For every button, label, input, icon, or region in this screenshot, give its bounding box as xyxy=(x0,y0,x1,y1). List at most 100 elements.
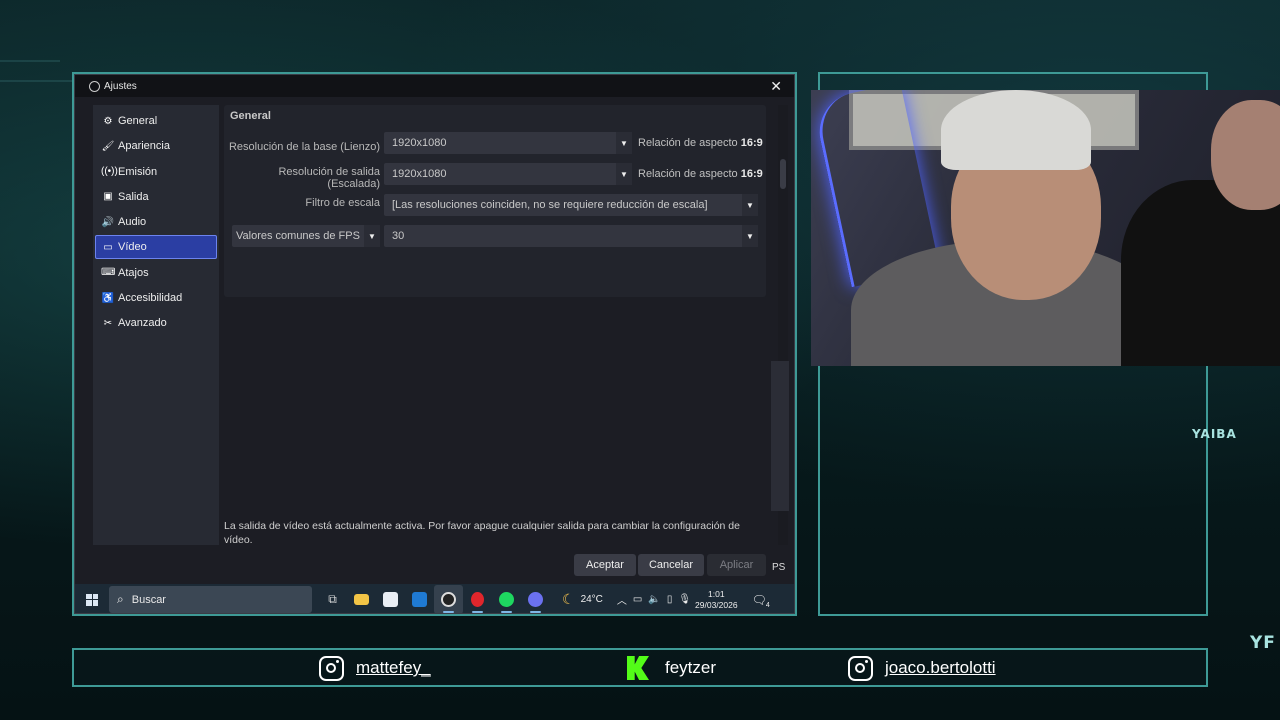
instagram-icon xyxy=(319,655,344,681)
opera-icon[interactable] xyxy=(463,585,492,613)
instagram-handle-2: joaco.bertolotti xyxy=(848,655,996,681)
discord-icon[interactable] xyxy=(521,585,550,613)
output-resolution-label: Resolución de salida (Escalada) xyxy=(278,166,380,190)
settings-sidebar: ⚙ General 🖌 Apariencia ((•)) Emisión ▣ Salida 🔊 A… xyxy=(93,105,219,545)
obs-peek-label: PS xyxy=(772,562,786,573)
speaker-icon: 🔊 xyxy=(101,216,115,228)
notification-icon[interactable]: 🗨 4 xyxy=(752,593,770,609)
volume-icon[interactable]: 🔈 xyxy=(648,594,660,605)
webcam-feed xyxy=(811,90,1280,366)
output-aspect-ratio: Relación de aspecto 16:9 xyxy=(638,168,763,180)
cancel-button[interactable]: Cancelar xyxy=(638,554,704,576)
scale-filter-combo[interactable]: [Las resoluciones coinciden, no se requi… xyxy=(384,194,758,216)
gear-icon: ⚙ xyxy=(103,115,113,127)
fps-value: 30 xyxy=(392,230,405,242)
file-explorer-icon[interactable] xyxy=(347,585,376,613)
sidebar-item-video[interactable]: ▭ Vídeo xyxy=(95,235,217,260)
sidebar-item-label: Apariencia xyxy=(118,140,170,153)
fps-type-combo[interactable]: Valores comunes de FPS ▼ xyxy=(232,225,380,247)
sidebar-item-label: Accesibilidad xyxy=(118,292,183,305)
settings-window: Ajustes ✕ ⚙ General 🖌 Apariencia ((•)) Emisió… xyxy=(74,74,795,614)
task-view-icon[interactable]: ⧉ xyxy=(318,585,347,613)
base-resolution-label: Resolución de la base (Lienzo) xyxy=(228,141,380,153)
obs-dock-peek xyxy=(771,361,789,511)
clock-date: 29/03/2026 xyxy=(695,599,738,610)
chevron-down-icon[interactable]: ▼ xyxy=(742,225,758,247)
scale-filter-label: Filtro de escala xyxy=(305,197,380,209)
video-settings-panel: General Resolución de la base (Lienzo) 1… xyxy=(224,105,766,546)
social-bar: mattefey_ feytzer joaco.bertolotti xyxy=(72,648,1208,687)
close-icon[interactable]: ✕ xyxy=(770,78,782,95)
tools-icon: ✂ xyxy=(103,317,113,329)
base-resolution-combo[interactable]: 1920x1080 ▼ xyxy=(384,132,632,154)
sidebar-item-label: General xyxy=(118,115,158,127)
windows-logo-icon xyxy=(86,593,98,606)
moon-icon: ☾ xyxy=(562,591,575,607)
sidebar-item-emision[interactable]: ((•)) Emisión xyxy=(95,160,217,184)
sidebar-item-label: Emisión xyxy=(118,165,158,178)
chevron-down-icon[interactable]: ▼ xyxy=(742,194,758,216)
sidebar-item-label: Salida xyxy=(118,190,149,203)
usb-icon[interactable]: ▯ xyxy=(667,594,673,605)
bg-light-line xyxy=(0,60,60,62)
microphone-icon[interactable]: 🎙 xyxy=(678,594,691,605)
chevron-down-icon[interactable]: ▼ xyxy=(616,163,632,185)
streamer-cap xyxy=(941,90,1091,170)
weather-widget[interactable]: ☾ 24°C xyxy=(562,591,603,608)
kick-icon xyxy=(627,656,649,680)
chevron-up-icon[interactable]: ︿ xyxy=(617,592,627,607)
monitor-icon: ▭ xyxy=(103,241,113,253)
aspect-value: 16:9 xyxy=(740,168,763,180)
instagram-username-1: mattefey_ xyxy=(356,658,431,677)
kick-username: feytzer xyxy=(665,658,717,677)
instagram-icon xyxy=(848,655,873,681)
sidebar-item-salida[interactable]: ▣ Salida xyxy=(95,185,217,209)
group-title: General xyxy=(230,110,271,122)
ms-store-icon[interactable] xyxy=(376,585,405,613)
sidebar-item-audio[interactable]: 🔊 Audio xyxy=(95,210,217,234)
general-group: General Resolución de la base (Lienzo) 1… xyxy=(224,105,766,297)
start-button[interactable] xyxy=(75,593,109,606)
accept-button[interactable]: Aceptar xyxy=(574,554,636,576)
sidebar-item-atajos[interactable]: ⌨ Atajos xyxy=(95,261,217,285)
windows-taskbar: ⌕ Buscar ⧉ ☾ 24°C ︿ ▭ 🔈 ▯ 🎙 1:01 29/03/2… xyxy=(75,584,794,613)
notification-count: 4 xyxy=(765,601,770,609)
sidebar-item-avanzado[interactable]: ✂ Avanzado xyxy=(95,311,217,335)
base-resolution-value: 1920x1080 xyxy=(392,137,447,149)
bg-light-line xyxy=(0,80,72,82)
output-resolution-value: 1920x1080 xyxy=(392,168,447,180)
scrollbar-thumb[interactable] xyxy=(780,159,786,189)
search-icon: ⌕ xyxy=(117,592,124,606)
title-bar: Ajustes ✕ xyxy=(75,75,794,97)
sidebar-item-label: Audio xyxy=(118,216,147,229)
sidebar-item-general[interactable]: ⚙ General xyxy=(95,109,217,133)
keyboard-icon: ⌨ xyxy=(101,267,116,279)
outlook-icon[interactable] xyxy=(405,585,434,613)
sidebar-item-accesibilidad[interactable]: ♿ Accesibilidad xyxy=(95,286,217,310)
window-title: Ajustes xyxy=(104,80,137,92)
aspect-prefix: Relación de aspecto xyxy=(638,137,738,149)
apply-button[interactable]: Aplicar xyxy=(707,554,766,576)
sidebar-item-label: Avanzado xyxy=(118,317,167,330)
kick-handle: feytzer xyxy=(627,655,716,681)
sidebar-item-apariencia[interactable]: 🖌 Apariencia xyxy=(95,134,217,158)
fps-type-label: Valores comunes de FPS xyxy=(236,230,360,242)
output-resolution-combo[interactable]: 1920x1080 ▼ xyxy=(384,163,632,185)
spotify-icon[interactable] xyxy=(492,585,521,613)
guest-face xyxy=(1211,100,1280,210)
instagram-username-2: joaco.bertolotti xyxy=(885,658,996,677)
fps-value-combo[interactable]: 30 ▼ xyxy=(384,225,758,247)
obs-taskbar-icon[interactable] xyxy=(434,585,463,613)
clock-time: 1:01 xyxy=(708,588,725,599)
chevron-down-icon[interactable]: ▼ xyxy=(364,225,380,247)
taskbar-clock[interactable]: 1:01 29/03/2026 xyxy=(695,589,738,611)
sidebar-item-label: Vídeo xyxy=(118,241,147,254)
output-icon: ▣ xyxy=(103,191,113,203)
system-tray: ︿ ▭ 🔈 ▯ 🎙 xyxy=(617,592,691,607)
network-icon[interactable]: ▭ xyxy=(633,594,642,605)
obs-app-icon xyxy=(89,80,100,92)
accessibility-icon: ♿ xyxy=(101,292,115,304)
taskbar-search[interactable]: ⌕ Buscar xyxy=(109,586,312,613)
chevron-down-icon[interactable]: ▼ xyxy=(616,132,632,154)
output-active-notice: La salida de vídeo está actualmente acti… xyxy=(224,520,740,546)
